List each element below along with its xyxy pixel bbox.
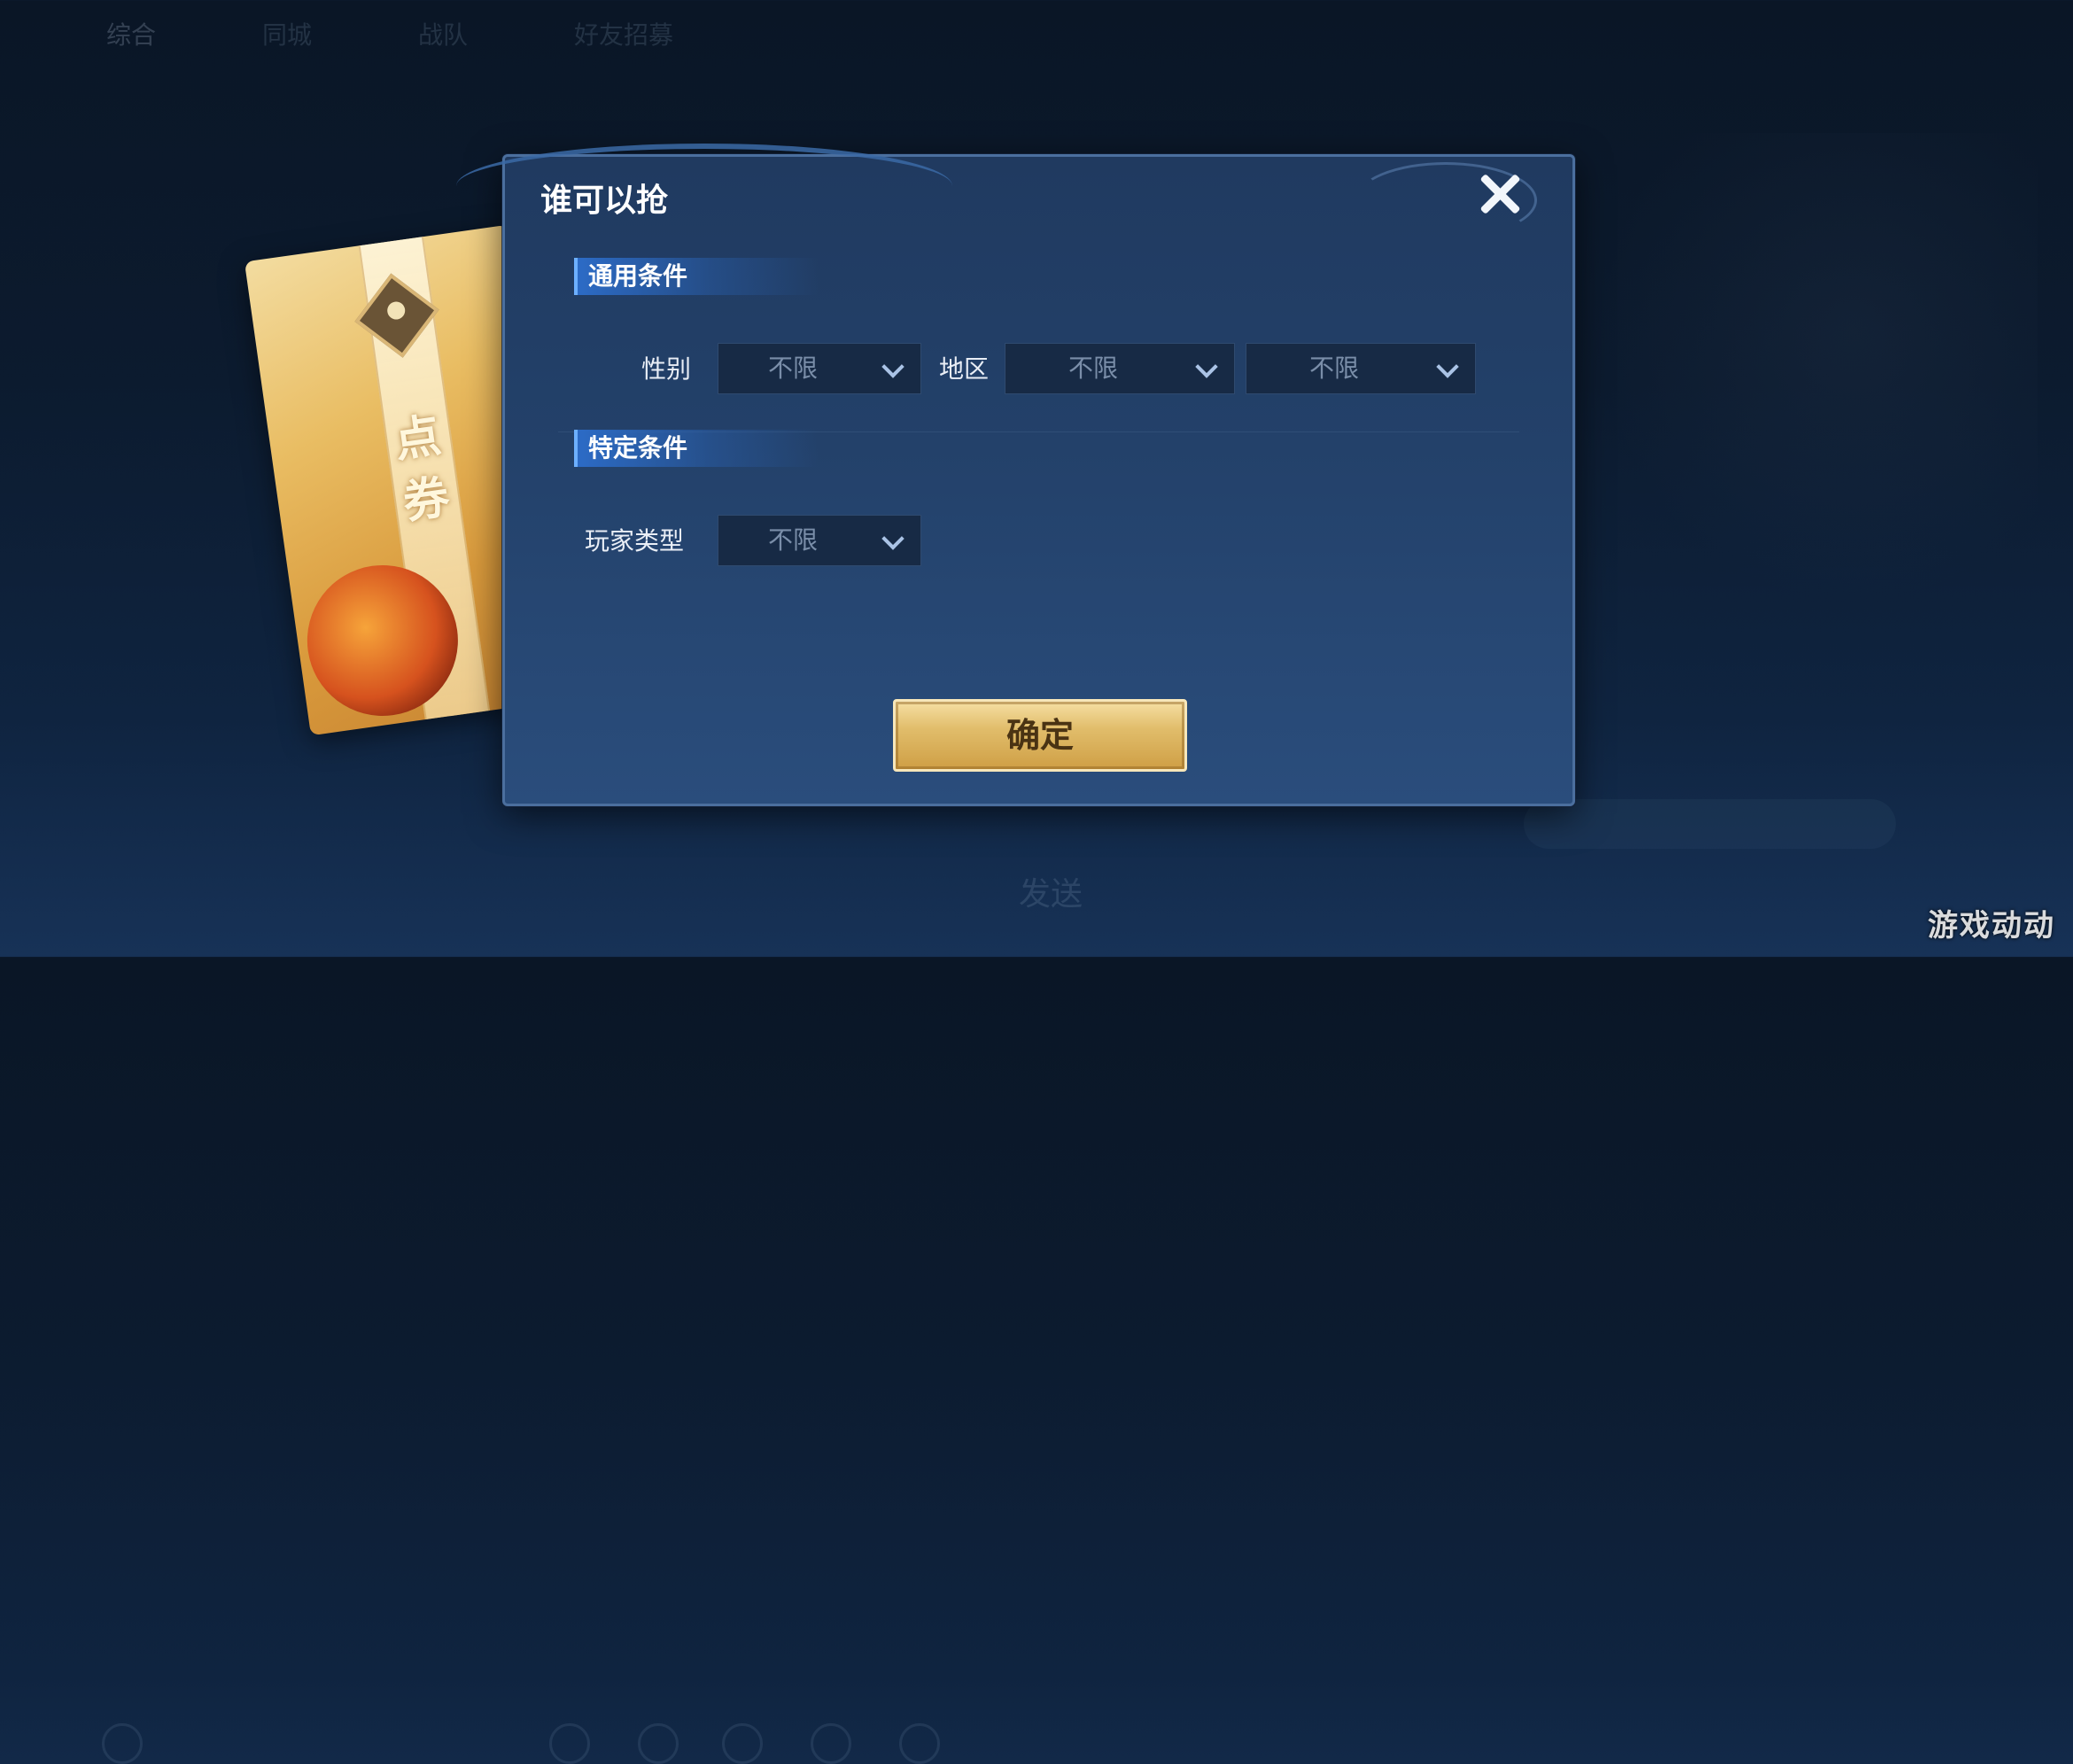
- background-tabs: 综合 同城 战队 好友招募: [106, 16, 673, 51]
- region-city-select[interactable]: 不限: [1246, 343, 1476, 394]
- dialog-cloud-decoration: [456, 144, 952, 229]
- section-specific-heading: 特定条件: [574, 430, 819, 467]
- bg-tab-recruit[interactable]: 好友招募: [574, 16, 673, 51]
- bg-gift-icon: [811, 1723, 851, 1764]
- bg-face-icon: [638, 1723, 679, 1764]
- background-decoration: [1577, 133, 2038, 629]
- bg-tab-local[interactable]: 同城: [262, 16, 312, 51]
- bg-mic-icon: [549, 1723, 590, 1764]
- bg-tab-team[interactable]: 战队: [418, 16, 468, 51]
- bg-send-button[interactable]: 发送: [1019, 868, 1083, 914]
- bg-emoji-icon: [102, 1723, 143, 1764]
- player-type-select[interactable]: 不限: [718, 515, 921, 566]
- who-can-grab-dialog: 谁可以抢 通用条件 性别 不限 地区 不限 不限 特定条件 玩家类型 不限 确定: [456, 144, 1575, 806]
- player-type-label: 玩家类型: [585, 526, 685, 556]
- bg-tab-general[interactable]: 综合: [106, 16, 156, 51]
- gender-select-value: 不限: [767, 354, 818, 383]
- chevron-down-icon: [1436, 355, 1459, 378]
- confirm-button[interactable]: 确定: [893, 699, 1187, 772]
- region-label: 地区: [939, 354, 990, 384]
- gender-select[interactable]: 不限: [718, 343, 921, 394]
- chevron-down-icon: [881, 355, 905, 378]
- dialog-title: 谁可以抢: [540, 183, 669, 219]
- close-icon[interactable]: [1473, 167, 1526, 221]
- background-pill: [1524, 799, 1896, 849]
- bg-coin-icon: [899, 1723, 940, 1764]
- chevron-down-icon: [1195, 355, 1218, 378]
- watermark: 游戏动动: [1928, 908, 2055, 944]
- gender-label: 性别: [641, 354, 692, 384]
- player-type-value: 不限: [767, 525, 818, 555]
- bg-item-icon: [722, 1723, 763, 1764]
- region-city-value: 不限: [1308, 354, 1359, 383]
- section-general-heading: 通用条件: [574, 258, 819, 295]
- region-province-select[interactable]: 不限: [1005, 343, 1235, 394]
- region-province-value: 不限: [1068, 354, 1118, 383]
- chevron-down-icon: [881, 527, 905, 550]
